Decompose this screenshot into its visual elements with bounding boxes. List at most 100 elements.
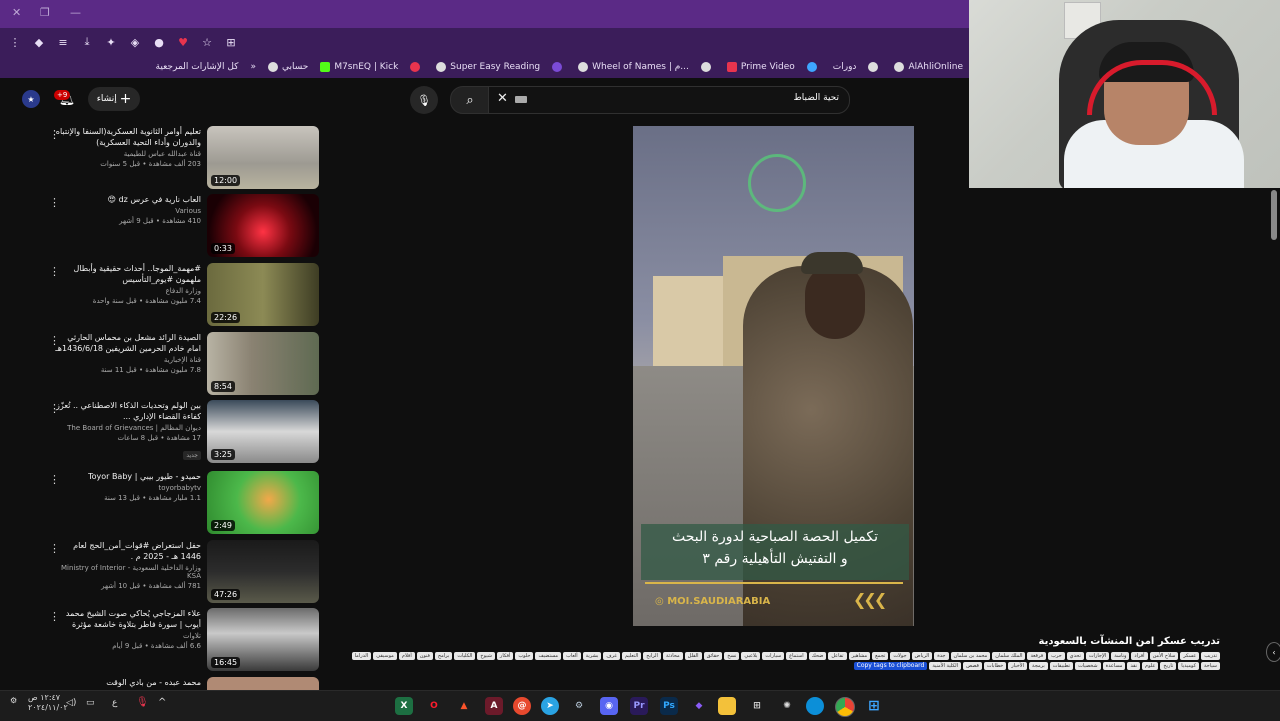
tag-chip[interactable]: الملك سلمان — [992, 652, 1026, 660]
restore-window-icon[interactable]: ❐ — [40, 6, 50, 19]
list-item[interactable]: 16:45 علاء المزجاجي يُحاكي صوت الشيخ محم… — [45, 608, 321, 672]
tag-chip[interactable]: برمجة — [1029, 662, 1048, 670]
app-icon[interactable]: @ — [513, 697, 531, 715]
tag-chip[interactable]: عسكر — [1180, 652, 1200, 660]
list-item[interactable]: 12:00 تعليم أوامر الثانوية العسكرية(السن… — [45, 126, 321, 190]
extension-icon[interactable]: ◆ — [30, 33, 48, 51]
tag-chip[interactable]: محادثة — [662, 652, 683, 660]
create-button[interactable]: إنشاء + — [88, 87, 140, 111]
more-options-icon[interactable]: ⋮ — [49, 196, 60, 209]
chrome-icon[interactable] — [835, 697, 855, 717]
tag-chip[interactable]: تفاعل — [828, 652, 847, 660]
video-thumbnail[interactable] — [207, 677, 319, 690]
menu-icon[interactable]: ⋮ — [6, 33, 24, 51]
close-window-icon[interactable]: ✕ — [12, 6, 21, 19]
tag-chip[interactable]: جدة — [934, 652, 949, 660]
opera-icon[interactable]: O — [425, 697, 443, 715]
bookmark-folder[interactable]: دورات — [833, 62, 857, 72]
puzzle-icon[interactable]: ✦ — [102, 33, 120, 51]
discord-icon[interactable]: ◉ — [600, 697, 618, 715]
search-input[interactable]: ✕ تحية الضباط — [488, 86, 850, 114]
tag-chip[interactable]: حقائق — [703, 652, 723, 660]
star-icon[interactable]: ☆ — [198, 33, 216, 51]
tag-chip[interactable]: الأخبار — [1008, 662, 1028, 670]
bookmark-item[interactable] — [552, 62, 566, 72]
bookmark-item[interactable] — [410, 62, 424, 72]
tag-chip[interactable]: سيارات — [762, 652, 785, 660]
tag-chip[interactable]: نقد — [1127, 662, 1141, 670]
tag-chip[interactable]: تجمع — [872, 652, 889, 660]
file-explorer-icon[interactable] — [718, 697, 736, 715]
more-options-icon[interactable]: ⋮ — [49, 334, 60, 347]
tag-chip[interactable]: برامج — [434, 652, 453, 660]
tag-chip[interactable]: الإجازات — [1085, 652, 1110, 660]
edge-icon[interactable] — [806, 697, 824, 715]
video-thumbnail[interactable]: 47:26 — [207, 540, 319, 603]
tag-chip[interactable]: أفراد — [1131, 652, 1148, 660]
video-player[interactable]: تكميل الحصة الصباحية لدورة البحث و التفت… — [633, 126, 914, 626]
chevron-up-icon[interactable]: ^ — [158, 697, 166, 708]
video-thumbnail[interactable]: 12:00 — [207, 126, 319, 189]
video-thumbnail[interactable]: 0:33 — [207, 194, 319, 257]
settings-icon[interactable]: ⚙ — [10, 696, 17, 705]
tag-chip[interactable]: فنون — [416, 652, 433, 660]
tag-chip[interactable]: الرابح — [643, 652, 661, 660]
account-avatar[interactable]: ★ — [22, 90, 40, 108]
profile-icon[interactable]: ● — [150, 33, 168, 51]
bookmark-item[interactable] — [806, 62, 821, 72]
windows-start-icon[interactable]: ⊞ — [865, 697, 883, 715]
tag-chip[interactable]: محمد بن سلمان — [950, 652, 991, 660]
brave-icon[interactable]: ▲ — [455, 697, 473, 715]
diamond-icon[interactable]: ◈ — [126, 33, 144, 51]
video-thumbnail[interactable]: 8:54 — [207, 332, 319, 395]
tag-chip[interactable]: كوميديا — [1178, 662, 1199, 670]
tag-chip[interactable]: التعليم — [621, 652, 642, 660]
all-bookmarks[interactable]: كل الإشارات المرجعية — [156, 62, 239, 72]
download-icon[interactable]: ⤓ — [78, 33, 96, 51]
video-thumbnail[interactable]: 3:25 — [207, 400, 319, 463]
search-button[interactable]: ⌕ — [450, 86, 490, 114]
network-icon[interactable]: ▭ — [86, 698, 95, 708]
tag-chip[interactable]: تاريخ — [1160, 662, 1177, 670]
tag-chip[interactable]: بلاعبي — [741, 652, 761, 660]
clear-search-icon[interactable]: ✕ — [497, 91, 508, 106]
tag-chip[interactable]: فرقعة — [1027, 652, 1047, 660]
video-thumbnail[interactable]: 22:26 — [207, 263, 319, 326]
bookmark-item[interactable]: حسابي — [267, 62, 308, 72]
tag-chip[interactable]: سلاح الأمن — [1149, 652, 1179, 660]
bookmark-item[interactable]: AlAhliOnline — [894, 62, 963, 72]
list-item[interactable]: 8:54 الصيدة الرائد مشعل بن محماس الحارثي… — [45, 332, 321, 396]
tag-chip[interactable]: علوم — [1142, 662, 1159, 670]
heart-icon[interactable]: ♥ — [174, 33, 192, 51]
copy-tags-button[interactable]: Copy tags to clipboard — [853, 662, 928, 670]
tag-chip[interactable]: أفلام — [398, 652, 415, 660]
minimize-window-icon[interactable]: — — [70, 6, 81, 19]
bookmark-item[interactable]: Super Easy Reading — [436, 62, 540, 72]
next-arrow-icon[interactable]: ‹ — [1266, 642, 1280, 662]
premiere-icon[interactable]: Pr — [630, 697, 648, 715]
tag-chip[interactable]: نسخ — [724, 652, 740, 660]
photoshop-icon[interactable]: Ps — [660, 697, 678, 715]
microphone-icon[interactable]: 🎙︎ — [136, 697, 149, 708]
store-icon[interactable]: ⊞ — [748, 697, 766, 715]
tag-chip[interactable]: حلوب — [515, 652, 534, 660]
volume-icon[interactable]: ◁) — [66, 698, 76, 708]
video-thumbnail[interactable]: 2:49 — [207, 471, 319, 534]
bookmark-item[interactable]: Prime Video — [726, 62, 795, 72]
more-options-icon[interactable]: ⋮ — [49, 610, 60, 623]
bookmark-item[interactable] — [700, 62, 715, 72]
list-item[interactable]: 47:26 حفل استعراض #قوات_أمن_الحج لعام 14… — [45, 540, 321, 604]
tag-chip[interactable]: مستضيف — [535, 652, 562, 660]
tag-chip[interactable]: تدريب — [1201, 652, 1220, 660]
tag-chip[interactable]: شخصيات — [1075, 662, 1101, 670]
tag-chip[interactable]: الفلل — [684, 652, 702, 660]
tag-chip[interactable]: الدراما — [351, 652, 372, 660]
clock[interactable]: ١٢:٤٧ ص ٢٠٢٤/١١/٠٢ — [28, 693, 68, 713]
tag-chip[interactable]: أفكار — [496, 652, 514, 660]
bookmark-item[interactable]: M7snEQ | Kick — [320, 62, 398, 72]
excel-icon[interactable]: X — [395, 697, 413, 715]
tag-chip[interactable]: سياحة — [1201, 662, 1220, 670]
tag-chip[interactable]: تحدي — [1066, 652, 1084, 660]
language-indicator[interactable]: ع — [112, 698, 117, 708]
tag-chip[interactable]: تطبيقات — [1049, 662, 1074, 670]
